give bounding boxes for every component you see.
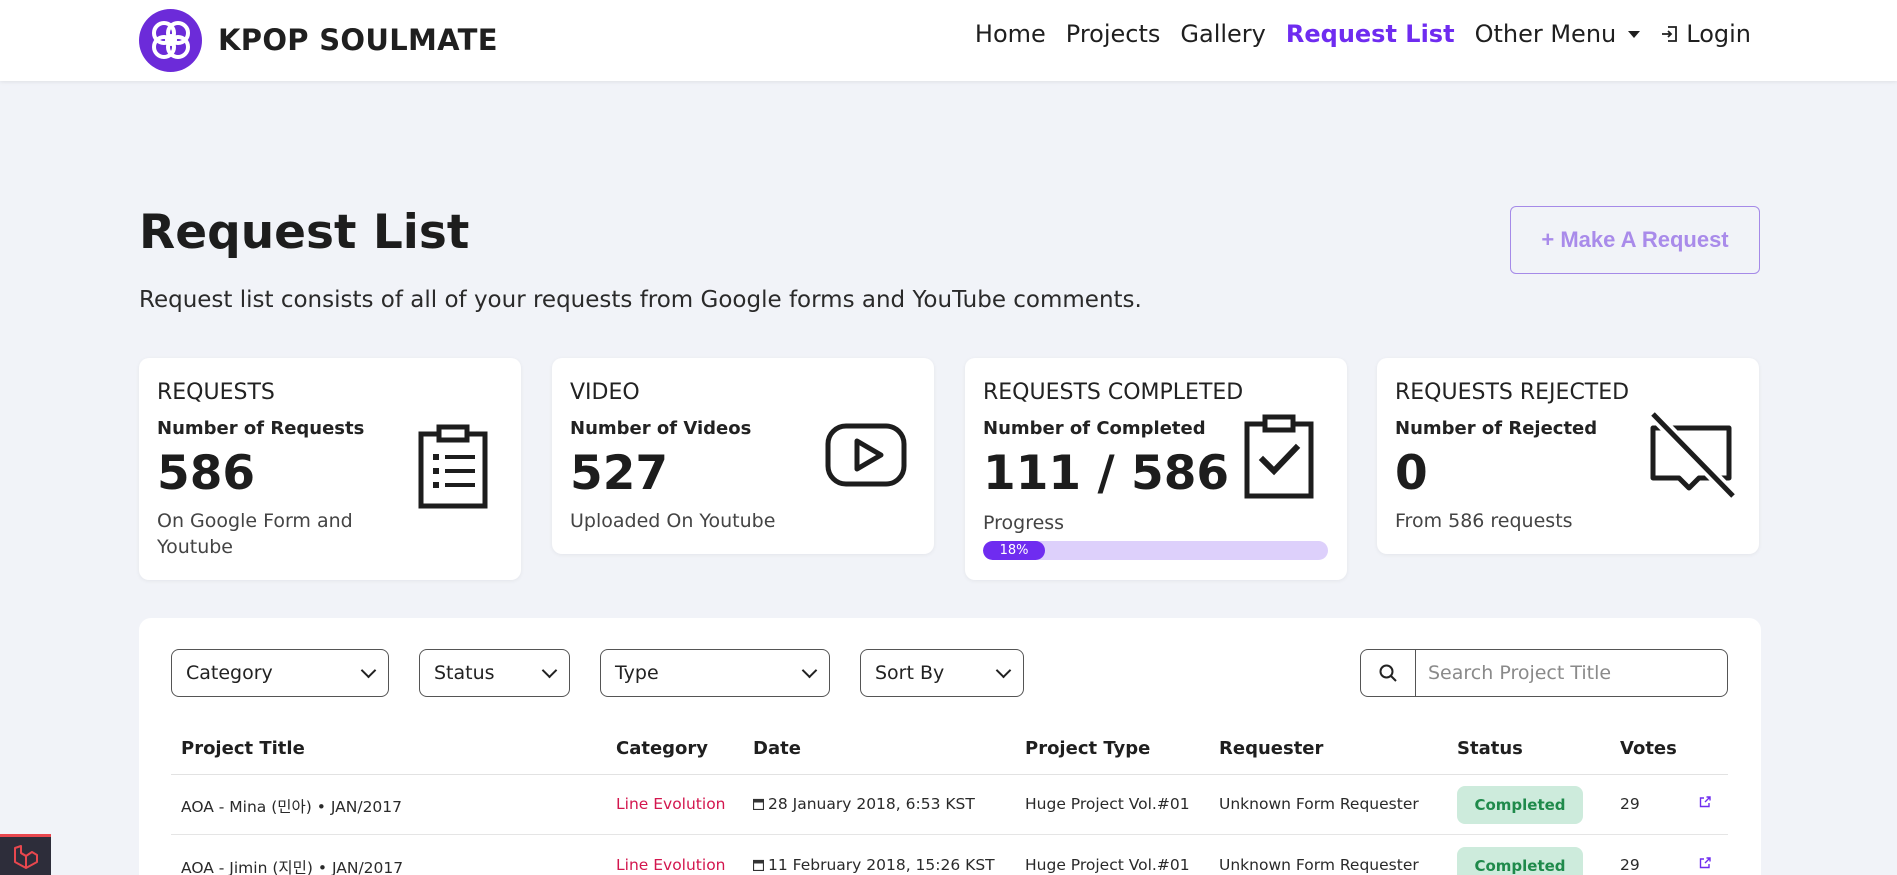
stat-value: 0 — [1395, 446, 1428, 501]
stat-heading: REQUESTS REJECTED — [1395, 380, 1630, 405]
chevron-down-icon — [541, 662, 558, 678]
stat-heading: REQUESTS COMPLETED — [983, 380, 1244, 405]
stat-note: On Google Form and Youtube — [157, 510, 353, 558]
page-title: Request List — [139, 205, 470, 260]
col-header-title[interactable]: Project Title — [181, 738, 305, 759]
cell-votes: 29 — [1620, 856, 1640, 874]
cell-date-text: 28 January 2018, 6:53 KST — [768, 795, 975, 813]
progress-fill: 18% — [983, 541, 1046, 560]
stat-subheading: Number of Videos — [570, 418, 752, 439]
cell-type: Huge Project Vol.#01 — [1025, 795, 1190, 813]
cell-category[interactable]: Line Evolution — [616, 795, 726, 813]
calendar-icon — [753, 798, 764, 810]
youtube-play-icon — [824, 422, 908, 492]
status-badge: Completed — [1457, 847, 1583, 875]
stat-card-completed: REQUESTS COMPLETED Number of Completed 1… — [965, 358, 1347, 580]
stat-card-requests: REQUESTS Number of Requests 586 On Googl… — [139, 358, 521, 580]
nav-projects[interactable]: Projects — [1066, 20, 1161, 48]
col-header-requester[interactable]: Requester — [1219, 738, 1323, 759]
caret-down-icon — [1628, 30, 1641, 38]
cell-date-text: 11 February 2018, 15:26 KST — [768, 856, 995, 874]
nav-other-menu-label: Other Menu — [1474, 20, 1617, 48]
chevron-down-icon — [801, 662, 818, 678]
request-table-panel: Category Status Type Sort By Project Tit… — [139, 618, 1761, 875]
cell-title: AOA - Mina (민아) • JAN/2017 — [181, 798, 403, 816]
type-filter-label: Type — [615, 662, 659, 684]
table-row[interactable]: AOA - Mina (민아) • JAN/2017 Line Evolutio… — [171, 775, 1728, 835]
brand-name: KPOP SOULMATE — [218, 23, 498, 57]
make-request-button[interactable]: + Make A Request — [1510, 206, 1760, 274]
external-link-icon[interactable] — [1699, 857, 1711, 869]
search-input[interactable] — [1416, 650, 1727, 696]
page-description: Request list consists of all of your req… — [139, 287, 1142, 313]
category-filter-label: Category — [186, 662, 273, 684]
col-header-status[interactable]: Status — [1457, 738, 1523, 759]
cell-requester: Unknown Form Requester — [1219, 856, 1419, 874]
chevron-down-icon — [995, 662, 1012, 678]
stat-heading: REQUESTS — [157, 380, 275, 405]
type-filter[interactable]: Type — [600, 649, 830, 697]
stat-note: Progress — [983, 512, 1065, 534]
cell-category[interactable]: Line Evolution — [616, 856, 726, 874]
brand-logo-icon — [139, 8, 202, 72]
nav-gallery[interactable]: Gallery — [1180, 20, 1265, 48]
stat-value: 527 — [570, 446, 669, 501]
external-link-icon[interactable] — [1699, 796, 1711, 808]
clipboard-check-icon — [1243, 414, 1315, 504]
cell-title: AOA - Jimin (지민) • JAN/2017 — [181, 859, 404, 875]
cell-date: 11 February 2018, 15:26 KST — [753, 856, 995, 874]
stat-subheading: Number of Completed — [983, 418, 1206, 439]
col-header-category[interactable]: Category — [616, 738, 708, 759]
stat-value: 586 — [157, 446, 256, 501]
cell-type: Huge Project Vol.#01 — [1025, 856, 1190, 874]
status-badge: Completed — [1457, 786, 1583, 824]
search-icon — [1379, 664, 1397, 682]
login-icon — [1660, 24, 1680, 44]
chevron-down-icon — [360, 662, 377, 678]
nav-login-label: Login — [1686, 20, 1751, 48]
stat-subheading: Number of Rejected — [1395, 418, 1598, 439]
stat-note: Uploaded On Youtube — [570, 510, 776, 532]
stat-card-rejected: REQUESTS REJECTED Number of Rejected 0 F… — [1377, 358, 1759, 554]
category-filter[interactable]: Category — [171, 649, 389, 697]
nav-home[interactable]: Home — [975, 20, 1046, 48]
comment-slash-icon — [1647, 409, 1738, 504]
stat-card-video: VIDEO Number of Videos 527 Uploaded On Y… — [552, 358, 934, 554]
table-row[interactable]: AOA - Jimin (지민) • JAN/2017 Line Evoluti… — [171, 836, 1728, 875]
nav-other-menu[interactable]: Other Menu — [1475, 20, 1641, 48]
clipboard-list-icon — [417, 424, 489, 514]
status-filter-label: Status — [434, 662, 495, 684]
nav-login[interactable]: Login — [1660, 20, 1751, 48]
stat-value: 111 / 586 — [983, 446, 1230, 501]
cell-requester: Unknown Form Requester — [1219, 795, 1419, 813]
col-header-votes[interactable]: Votes — [1620, 738, 1677, 759]
debugbar-toggle[interactable] — [0, 834, 51, 875]
stat-heading: VIDEO — [570, 380, 640, 405]
laravel-logo-icon — [13, 845, 38, 869]
search-box — [1360, 649, 1728, 697]
stat-note: From 586 requests — [1395, 510, 1573, 532]
sort-filter-label: Sort By — [875, 662, 945, 684]
stat-subheading: Number of Requests — [157, 418, 365, 439]
main-nav: Home Projects Gallery Request List Other… — [955, 20, 1751, 48]
progress-bar: 18% — [983, 541, 1328, 560]
sort-filter[interactable]: Sort By — [860, 649, 1024, 697]
status-filter[interactable]: Status — [419, 649, 570, 697]
col-header-date[interactable]: Date — [753, 738, 801, 759]
brand[interactable]: KPOP SOULMATE — [139, 7, 498, 73]
col-header-type[interactable]: Project Type — [1025, 738, 1150, 759]
cell-date: 28 January 2018, 6:53 KST — [753, 795, 975, 813]
nav-request-list[interactable]: Request List — [1286, 20, 1455, 48]
calendar-icon — [753, 859, 764, 871]
cell-votes: 29 — [1620, 795, 1640, 813]
navbar: KPOP SOULMATE Home Projects Gallery Requ… — [0, 0, 1897, 81]
search-button[interactable] — [1361, 650, 1416, 696]
